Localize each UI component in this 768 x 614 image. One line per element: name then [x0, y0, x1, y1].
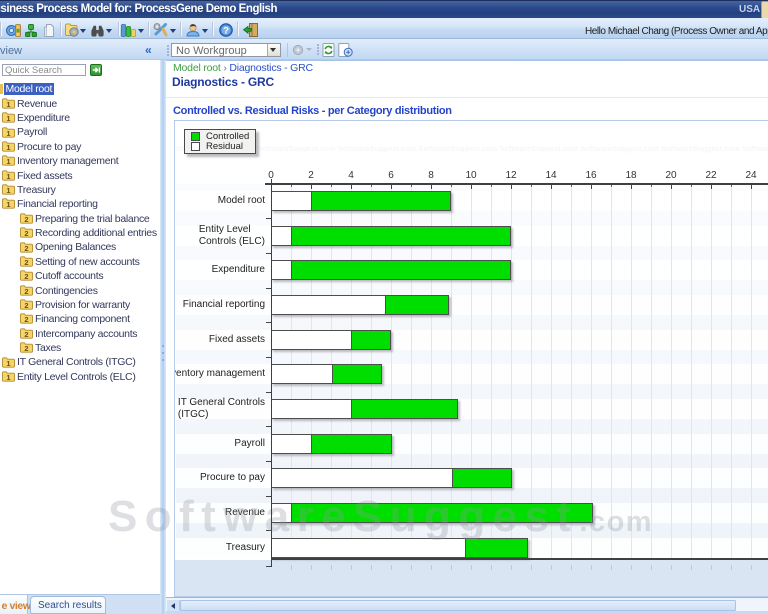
svg-text:2: 2 — [24, 330, 28, 339]
svg-text:?: ? — [223, 25, 229, 36]
svg-text:1: 1 — [6, 129, 10, 138]
svg-text:2: 2 — [24, 315, 28, 324]
svg-text:2: 2 — [24, 215, 28, 224]
svg-text:2: 2 — [24, 258, 28, 267]
svg-text:1: 1 — [6, 143, 10, 152]
svg-text:1: 1 — [6, 172, 10, 181]
svg-text:2: 2 — [24, 287, 28, 296]
svg-text:2: 2 — [24, 301, 28, 310]
svg-text:1: 1 — [6, 186, 10, 195]
svg-text:1: 1 — [6, 114, 10, 123]
svg-text:2: 2 — [24, 229, 28, 238]
svg-text:1: 1 — [6, 157, 10, 166]
svg-text:2: 2 — [24, 244, 28, 253]
svg-text:1: 1 — [6, 100, 10, 109]
svg-text:2: 2 — [24, 344, 28, 353]
svg-text:1: 1 — [6, 373, 10, 382]
svg-text:1: 1 — [6, 359, 10, 368]
svg-text:1: 1 — [6, 200, 10, 209]
svg-text:2: 2 — [24, 272, 28, 281]
